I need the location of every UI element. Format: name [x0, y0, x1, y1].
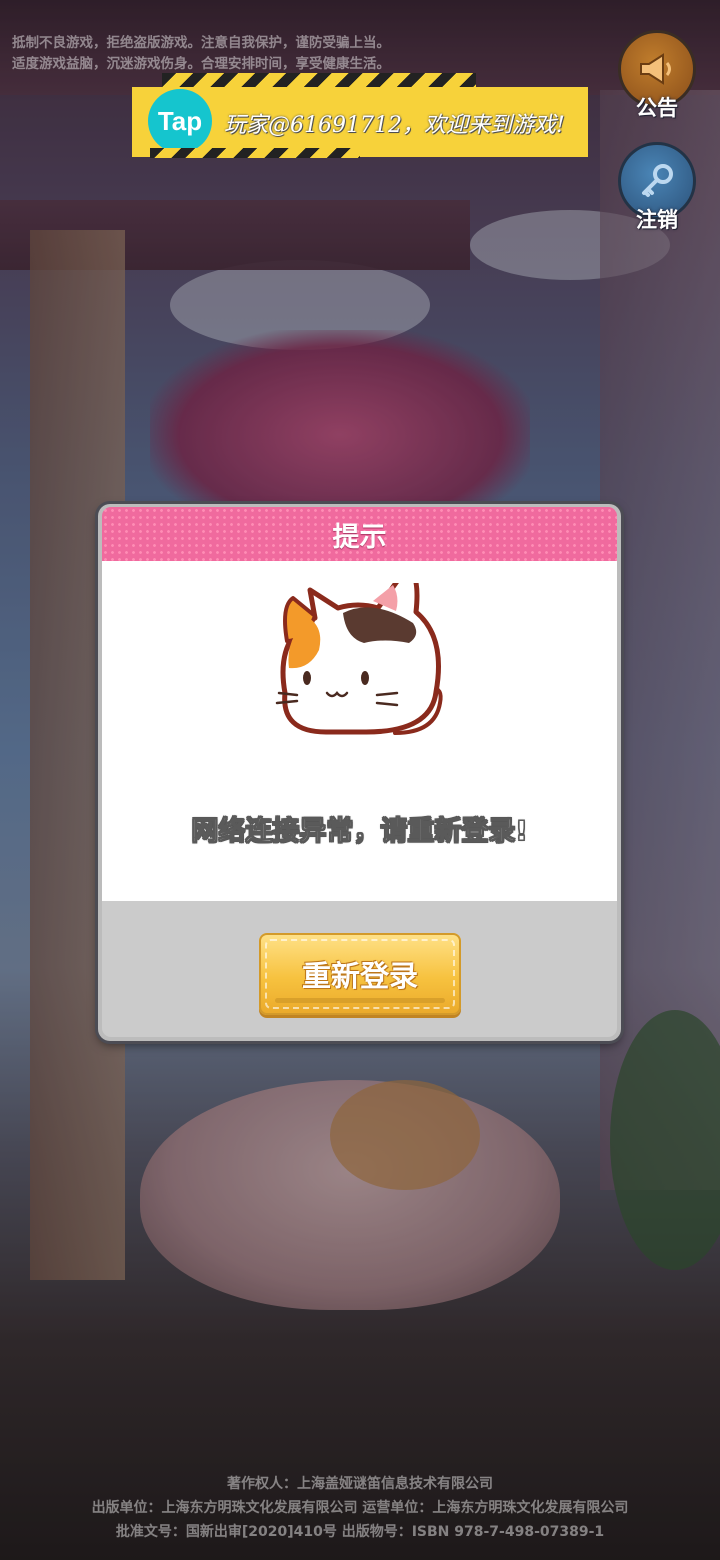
credits-line: 批准文号：国新出审[2020]410号 出版物号：ISBN 978-7-498-…: [115, 1524, 605, 1540]
notice-label: 公告: [636, 96, 678, 120]
health-notice-line: 适度游戏益脑，沉迷游戏伤身。合理安排时间，享受健康生活。: [12, 56, 390, 72]
dialog-message: 网络连接异常，请重新登录!: [191, 816, 528, 848]
notice-button[interactable]: 公告: [617, 30, 697, 122]
dialog-title: 提示: [332, 521, 387, 553]
health-notice: 抵制不良游戏，拒绝盗版游戏。注意自我保护，谨防受骗上当。 适度游戏益脑，沉迷游戏…: [12, 33, 390, 75]
relogin-button-label: 重新登录: [301, 959, 418, 993]
dialog-footer: 重新登录: [102, 901, 617, 1037]
hazard-stripe: [162, 73, 476, 87]
tap-welcome-banner: Tap 玩家@61691712，欢迎来到游戏!: [132, 73, 588, 157]
relogin-dialog: 提示 网络连接异常，请重新登录! 重新登录: [98, 504, 621, 1041]
relogin-button[interactable]: 重新登录: [259, 933, 461, 1015]
copyright-credits: 著作权人：上海盖娅谜笛信息技术有限公司 出版单位：上海东方明珠文化发展有限公司 …: [0, 1472, 720, 1544]
cat-mascot-icon: [265, 563, 455, 747]
taptap-logo-icon: Tap: [148, 89, 212, 153]
health-notice-line: 抵制不良游戏，拒绝盗版游戏。注意自我保护，谨防受骗上当。: [12, 35, 390, 51]
dialog-body: 网络连接异常，请重新登录!: [102, 561, 617, 901]
welcome-text: 玩家@61691712，欢迎来到游戏!: [224, 113, 565, 138]
hazard-stripe: [150, 148, 360, 158]
credits-line: 著作权人：上海盖娅谜笛信息技术有限公司: [227, 1476, 493, 1492]
logout-button[interactable]: 注销: [617, 142, 697, 234]
dialog-header: 提示: [102, 507, 617, 561]
credits-line: 出版单位：上海东方明珠文化发展有限公司 运营单位：上海东方明珠文化发展有限公司: [91, 1500, 629, 1516]
logout-label: 注销: [636, 208, 678, 232]
